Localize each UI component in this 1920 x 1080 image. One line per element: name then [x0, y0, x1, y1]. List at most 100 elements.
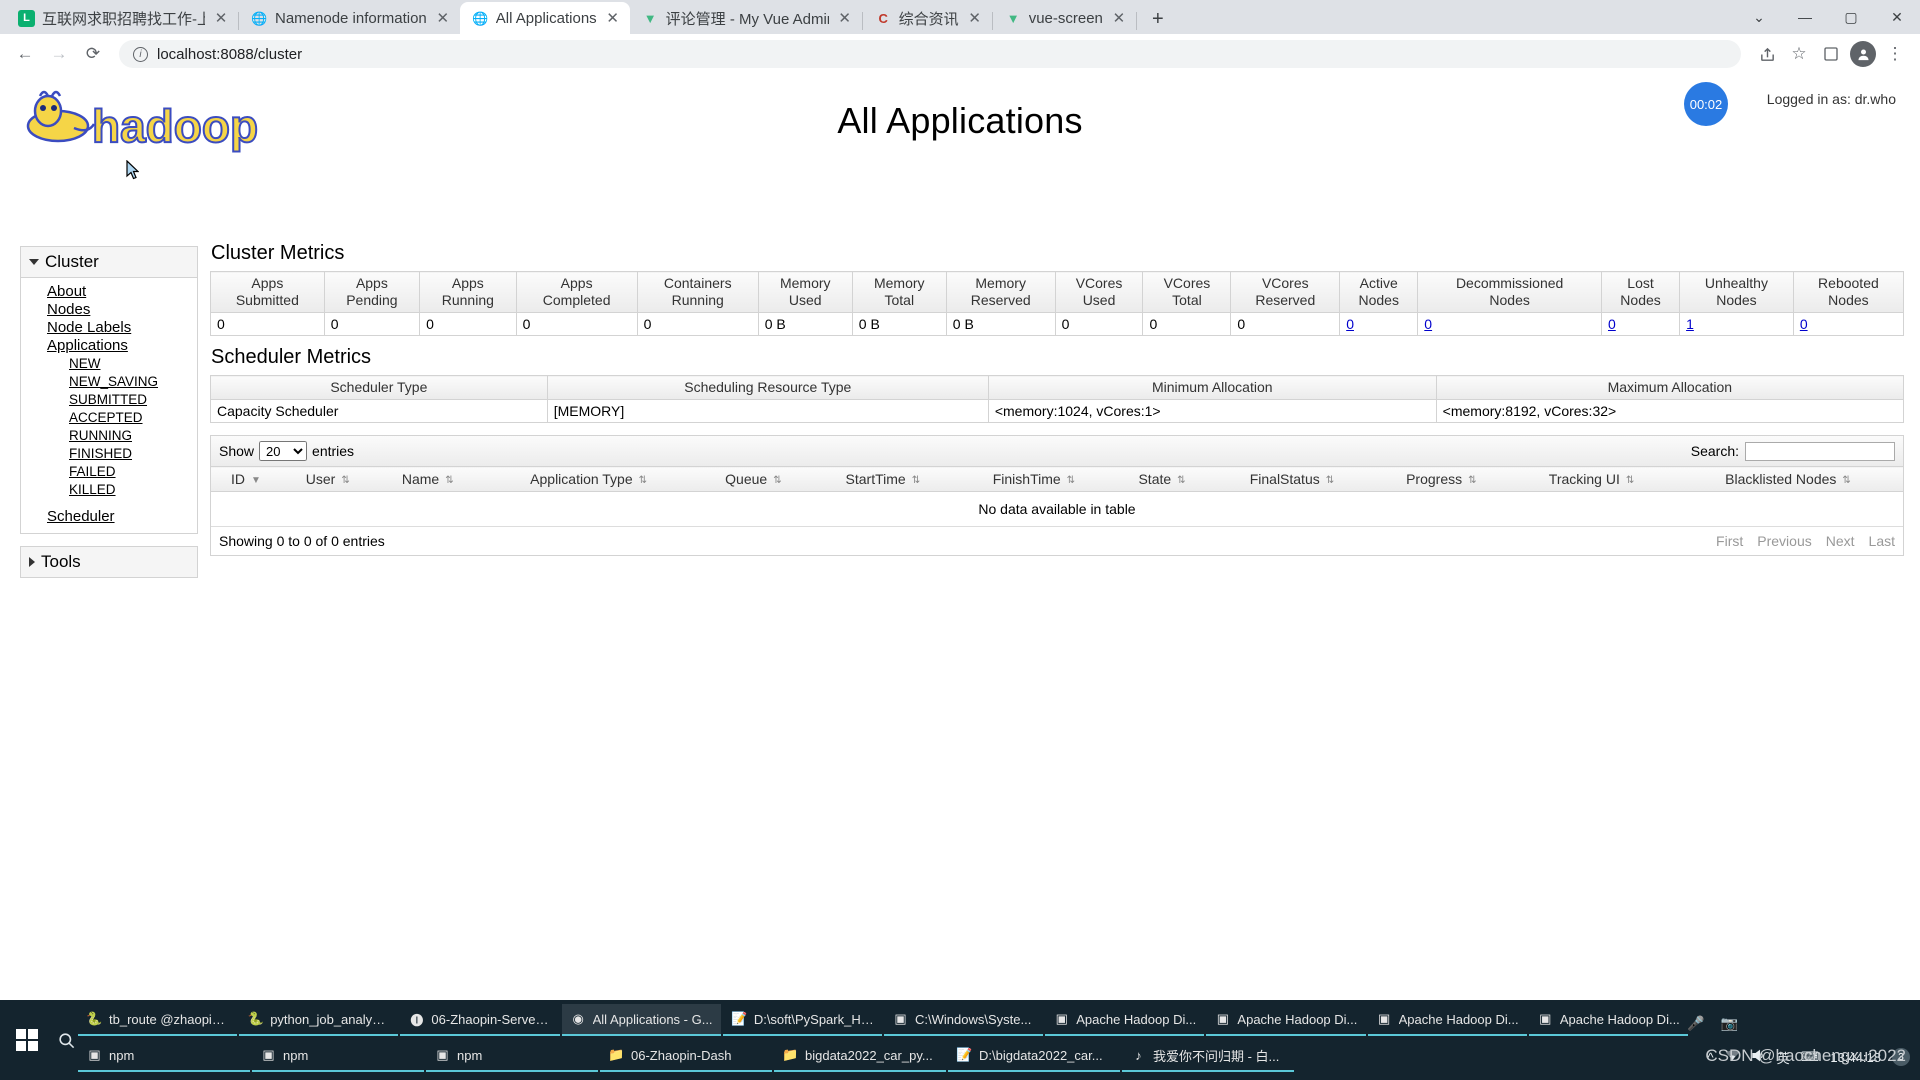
address-text: localhost:8088/cluster	[157, 46, 302, 63]
minimize-button[interactable]: —	[1782, 1, 1828, 33]
sidebar-item-running[interactable]: RUNNING	[21, 427, 197, 445]
cluster-metric-value: 0	[516, 313, 637, 336]
scheduler-metrics-table: Scheduler TypeScheduling Resource TypeMi…	[210, 375, 1904, 423]
microphone-icon[interactable]: 🎤	[1687, 1015, 1704, 1032]
browser-tab-1[interactable]: 🌐 Namenode information ✕	[239, 2, 460, 34]
pagination-last[interactable]: Last	[1869, 533, 1895, 549]
tab-close-icon[interactable]: ✕	[604, 9, 622, 27]
sidebar-item-accepted[interactable]: ACCEPTED	[21, 409, 197, 427]
taskbar-item[interactable]: ▣npm	[426, 1040, 598, 1072]
applications-column-header[interactable]: State⇅	[1113, 467, 1212, 492]
sidebar-item-new-saving[interactable]: NEW_SAVING	[21, 373, 197, 391]
cluster-metric-value[interactable]: 0	[1340, 313, 1418, 336]
applications-column-header[interactable]: User⇅	[281, 467, 374, 492]
cluster-metric-link[interactable]: 0	[1800, 316, 1808, 332]
taskbar-item[interactable]: 🐍tb_route @zhaopin ...	[78, 1004, 237, 1036]
camera-icon[interactable]: 📷	[1721, 1015, 1738, 1032]
sidebar-item-submitted[interactable]: SUBMITTED	[21, 391, 197, 409]
sidebar-group-tools[interactable]: Tools	[20, 546, 198, 578]
start-button[interactable]	[6, 1020, 48, 1060]
tab-close-icon[interactable]: ✕	[836, 9, 854, 27]
taskbar-item[interactable]: ♪我爱你不问归期 - 白...	[1122, 1040, 1294, 1072]
pagination-previous[interactable]: Previous	[1757, 533, 1811, 549]
browser-more-icon[interactable]: ⌄	[1736, 1, 1782, 33]
bookmark-star-icon[interactable]: ☆	[1784, 39, 1814, 69]
browser-tab-3[interactable]: ▼ 评论管理 - My Vue Admin ✕	[630, 2, 862, 34]
taskbar-item[interactable]: ▣npm	[252, 1040, 424, 1072]
new-tab-button[interactable]: +	[1143, 4, 1173, 34]
taskbar-item[interactable]: ▣Apache Hadoop Di...	[1206, 1004, 1365, 1036]
cluster-metric-link[interactable]: 0	[1424, 316, 1432, 332]
timer-badge: 00:02	[1684, 82, 1728, 126]
cluster-metric-link[interactable]: 1	[1686, 316, 1694, 332]
share-icon[interactable]	[1752, 39, 1782, 69]
taskbar-item[interactable]: 📁bigdata2022_car_py...	[774, 1040, 946, 1072]
cluster-metric-link[interactable]: 0	[1346, 316, 1354, 332]
scheduler-metric-value: [MEMORY]	[547, 400, 988, 423]
cmd-icon: ▣	[1376, 1011, 1393, 1028]
applications-column-header[interactable]: Application Type⇅	[481, 467, 696, 492]
applications-column-header[interactable]: ID▼	[211, 467, 281, 492]
taskbar-item[interactable]: 🐍python_job_analysis...	[239, 1004, 398, 1036]
browser-window: L 互联网求职招聘找工作-上拉勾招 ✕ 🌐 Namenode informati…	[0, 0, 1920, 1000]
browser-tab-2-active[interactable]: 🌐 All Applications ✕	[460, 2, 630, 34]
taskbar-item[interactable]: 📁06-Zhaopin-Dash	[600, 1040, 772, 1072]
applications-column-header[interactable]: StartTime⇅	[811, 467, 956, 492]
taskbar-item[interactable]: ◉All Applications - G...	[562, 1004, 721, 1036]
tab-close-icon[interactable]: ✕	[212, 9, 230, 27]
taskbar-item[interactable]: ▣Apache Hadoop Di...	[1368, 1004, 1527, 1036]
sidebar-item-applications[interactable]: Applications	[21, 337, 197, 355]
taskbar-item[interactable]: ▣npm	[78, 1040, 250, 1072]
applications-column-header[interactable]: Blacklisted Nodes⇅	[1673, 467, 1903, 492]
sidebar-item-nodes[interactable]: Nodes	[21, 301, 197, 319]
cluster-metric-value[interactable]: 0	[1601, 313, 1679, 336]
reload-icon[interactable]: ⟳	[78, 39, 108, 69]
taskbar-item[interactable]: 📝D:\soft\PySpark_Ha...	[723, 1004, 882, 1036]
browser-tab-4[interactable]: C 综合资讯 ✕	[863, 2, 992, 34]
site-info-icon[interactable]: i	[133, 47, 148, 62]
extensions-icon[interactable]	[1816, 39, 1846, 69]
sidebar-item-new[interactable]: NEW	[21, 355, 197, 373]
applications-column-header[interactable]: Name⇅	[374, 467, 480, 492]
pagination-first[interactable]: First	[1716, 533, 1743, 549]
taskbar-item[interactable]: 📝D:\bigdata2022_car...	[948, 1040, 1120, 1072]
page-length-control[interactable]: Show 2050100 entries	[219, 441, 354, 461]
sidebar-item-killed[interactable]: KILLED	[21, 481, 197, 499]
forward-icon[interactable]: →	[44, 39, 74, 69]
applications-column-header[interactable]: FinalStatus⇅	[1211, 467, 1372, 492]
applications-column-header[interactable]: FinishTime⇅	[955, 467, 1113, 492]
taskbar-item[interactable]: 🅘06-Zhaopin-Server ...	[400, 1004, 559, 1036]
applications-column-header[interactable]: Tracking UI⇅	[1510, 467, 1673, 492]
sidebar-group-cluster[interactable]: Cluster	[20, 246, 198, 278]
search-input[interactable]	[1745, 442, 1895, 461]
browser-tab-0[interactable]: L 互联网求职招聘找工作-上拉勾招 ✕	[6, 2, 238, 34]
taskbar-item[interactable]: ▣Apache Hadoop Di...	[1045, 1004, 1204, 1036]
tab-close-icon[interactable]: ✕	[966, 9, 984, 27]
browser-tab-5[interactable]: ▼ vue-screen ✕	[993, 2, 1136, 34]
tab-close-icon[interactable]: ✕	[1110, 9, 1128, 27]
taskbar-item[interactable]: ▣C:\Windows\Syste...	[884, 1004, 1043, 1036]
applications-column-header[interactable]: Queue⇅	[696, 467, 810, 492]
cluster-metric-value[interactable]: 1	[1680, 313, 1794, 336]
address-bar[interactable]: i localhost:8088/cluster	[119, 40, 1741, 68]
sidebar-item-node-labels[interactable]: Node Labels	[21, 319, 197, 337]
cluster-metric-value[interactable]: 0	[1418, 313, 1602, 336]
sidebar-item-finished[interactable]: FINISHED	[21, 445, 197, 463]
cluster-metric-link[interactable]: 0	[1608, 316, 1616, 332]
taskbar-item[interactable]: ▣Apache Hadoop Di...	[1529, 1004, 1688, 1036]
maximize-button[interactable]: ▢	[1828, 1, 1874, 33]
cluster-metric-value[interactable]: 0	[1793, 313, 1903, 336]
sidebar-item-scheduler[interactable]: Scheduler	[21, 499, 197, 525]
browser-menu-icon[interactable]: ⋮	[1880, 39, 1910, 69]
sidebar-item-about[interactable]: About	[21, 283, 197, 301]
note-icon: 📝	[731, 1011, 748, 1028]
pagination-next[interactable]: Next	[1826, 533, 1855, 549]
page-size-select[interactable]: 2050100	[259, 441, 307, 461]
profile-avatar-icon[interactable]	[1848, 39, 1878, 69]
sidebar-item-failed[interactable]: FAILED	[21, 463, 197, 481]
back-icon[interactable]: ←	[10, 39, 40, 69]
cluster-metric-value: 0	[420, 313, 517, 336]
tab-close-icon[interactable]: ✕	[434, 9, 452, 27]
applications-column-header[interactable]: Progress⇅	[1372, 467, 1510, 492]
close-button[interactable]: ✕	[1874, 1, 1920, 33]
